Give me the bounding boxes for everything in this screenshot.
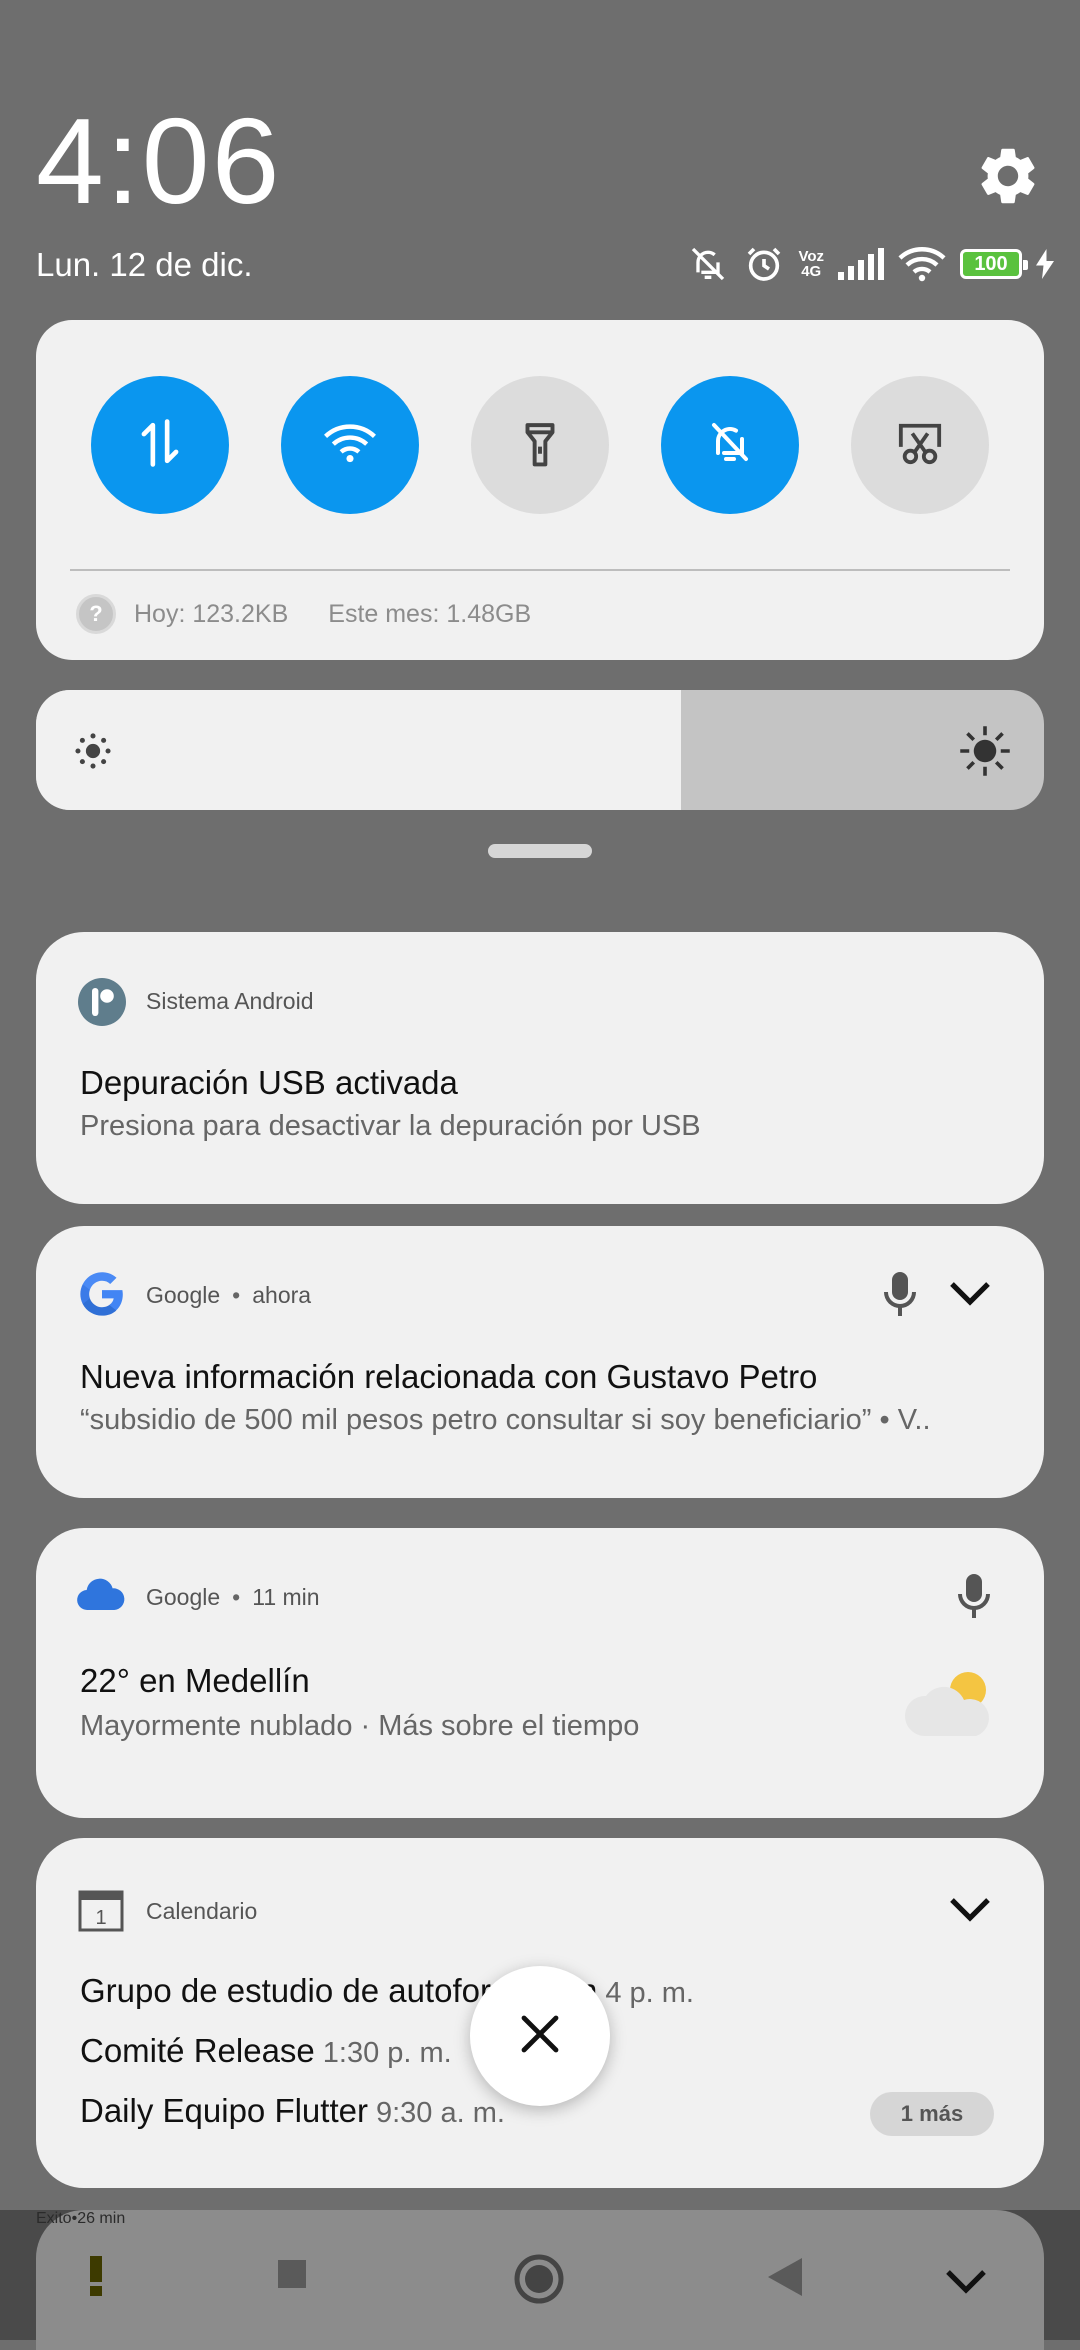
clock: 4:06 xyxy=(36,93,282,229)
panel-drag-handle[interactable] xyxy=(488,844,592,858)
flashlight-icon xyxy=(518,418,562,473)
wifi-toggle[interactable] xyxy=(281,376,419,514)
clear-all-button[interactable] xyxy=(470,1966,610,2106)
notification-title: 22° en Medellín xyxy=(80,1662,310,1699)
settings-gear-icon[interactable] xyxy=(974,142,1042,210)
home-circle-icon[interactable] xyxy=(512,2252,566,2311)
notification-app-name: Sistema Android xyxy=(146,988,314,1014)
flashlight-toggle[interactable] xyxy=(471,376,609,514)
calendar-event[interactable]: Comité Release 1:30 p. m. xyxy=(80,2032,452,2070)
microphone-icon[interactable] xyxy=(882,1270,918,1323)
chevron-down-icon[interactable] xyxy=(948,1280,992,1313)
calendar-event[interactable]: Daily Equipo Flutter 9:30 a. m. xyxy=(80,2092,505,2130)
mobile-data-icon xyxy=(138,418,182,473)
mobile-data-toggle[interactable] xyxy=(91,376,229,514)
battery-icon: 100 xyxy=(960,249,1028,279)
wifi-status-icon xyxy=(898,246,946,282)
back-triangle-icon[interactable] xyxy=(764,2256,804,2303)
calendar-icon: 1 xyxy=(78,1890,124,1937)
notification-app-name: Exito•26 min xyxy=(36,2210,126,2227)
status-bar: Voz 4G 100 xyxy=(686,244,1054,284)
exclamation-icon xyxy=(88,2256,104,2301)
help-icon: ? xyxy=(76,594,116,634)
data-usage-row[interactable]: ? Hoy: 123.2KB Este mes: 1.48GB xyxy=(76,594,531,634)
notification-usb-debugging[interactable]: Sistema Android Depuración USB activada … xyxy=(36,932,1044,1204)
notification-app-name: Google • ahora xyxy=(146,1282,312,1308)
screenshot-toggle[interactable] xyxy=(851,376,989,514)
svg-text:1: 1 xyxy=(95,1907,106,1929)
microphone-icon[interactable] xyxy=(956,1572,992,1625)
partly-cloudy-icon xyxy=(902,1666,1000,1747)
cloud-icon xyxy=(76,1578,126,1617)
quick-settings-panel: ? Hoy: 123.2KB Este mes: 1.48GB xyxy=(36,320,1044,660)
recents-square-icon[interactable] xyxy=(276,2258,308,2295)
signal-icon xyxy=(838,248,884,280)
usage-today: Hoy: 123.2KB xyxy=(134,599,289,628)
brightness-fill xyxy=(36,690,682,810)
alarm-off-icon xyxy=(686,244,730,284)
charging-bolt-icon xyxy=(1036,249,1054,279)
bell-off-icon xyxy=(706,418,754,473)
notification-text: Presiona para desactivar la depuración p… xyxy=(80,1110,701,1142)
notification-google-news[interactable]: Google • ahora Nueva información relaciona… xyxy=(36,1226,1044,1498)
notification-title: Depuración USB activada xyxy=(80,1064,458,1101)
notification-weather[interactable]: Google • 11 min 22° en Medellín Mayormente… xyxy=(36,1528,1044,1818)
brightness-low-icon xyxy=(74,732,112,775)
brightness-slider[interactable] xyxy=(36,690,1044,810)
chevron-down-icon[interactable] xyxy=(948,1896,992,1929)
more-events-badge[interactable]: 1 más xyxy=(870,2092,994,2136)
usage-month: Este mes: 1.48GB xyxy=(328,599,532,628)
screenshot-scissors-icon xyxy=(895,420,945,471)
wifi-icon xyxy=(323,423,377,468)
brightness-high-icon xyxy=(958,724,1012,783)
qs-divider xyxy=(70,569,1010,571)
close-icon xyxy=(520,2014,560,2059)
date-label: Lun. 12 de dic. xyxy=(36,246,253,283)
android-system-icon xyxy=(78,978,126,1031)
notification-app-name: Calendario xyxy=(146,1898,258,1924)
notification-text: Mayormente nublado · Más sobre el tiempo xyxy=(80,1710,640,1742)
notification-text: “subsidio de 500 mil pesos petro consult… xyxy=(80,1404,931,1436)
mute-toggle[interactable] xyxy=(661,376,799,514)
chevron-down-icon[interactable] xyxy=(944,2268,988,2301)
notification-app-name: Google • 11 min xyxy=(146,1584,320,1610)
volte-4g-label: Voz 4G xyxy=(798,248,824,280)
alarm-clock-icon xyxy=(744,244,784,284)
notification-title: Nueva información relacionada con Gustav… xyxy=(80,1358,818,1395)
google-g-icon xyxy=(76,1268,128,1325)
